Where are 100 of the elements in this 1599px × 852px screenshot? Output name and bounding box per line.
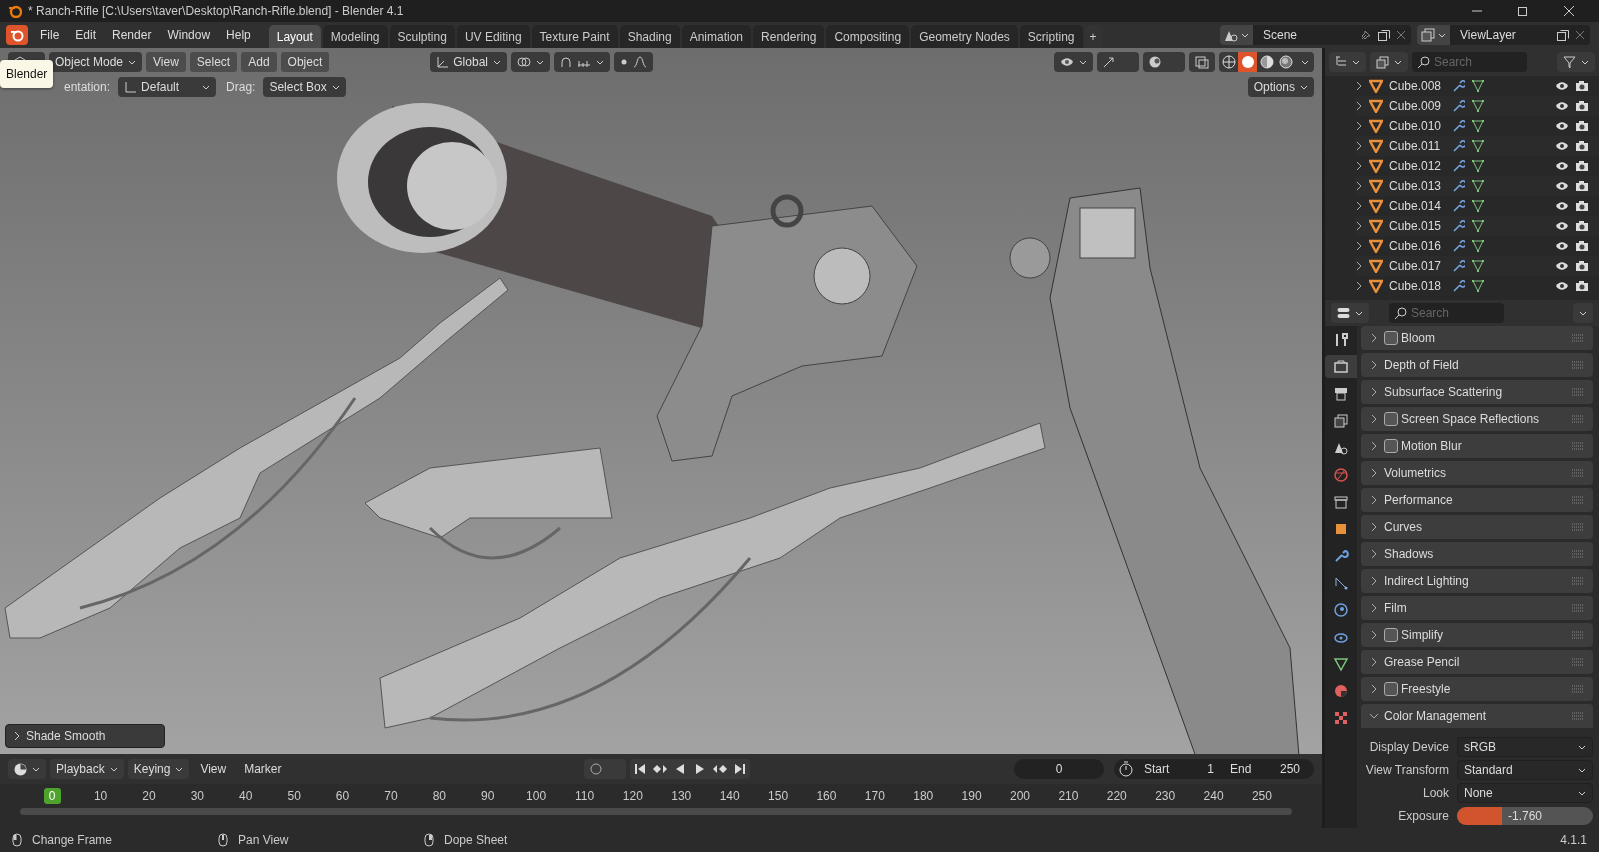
object-name[interactable]: Cube.018 bbox=[1389, 279, 1445, 293]
camera-icon[interactable] bbox=[1575, 120, 1589, 132]
object-name[interactable]: Cube.012 bbox=[1389, 159, 1445, 173]
panel-header[interactable]: Freestyle bbox=[1361, 677, 1593, 701]
drag-handle-icon[interactable] bbox=[1571, 577, 1585, 585]
mesh-data-icon[interactable] bbox=[1471, 239, 1485, 253]
eye-icon[interactable] bbox=[1555, 180, 1569, 192]
viewport-menu[interactable]: Select bbox=[189, 52, 238, 72]
wrench-icon[interactable] bbox=[1451, 259, 1465, 273]
dropdown-field[interactable]: None bbox=[1457, 783, 1593, 803]
view-layer-filter-button[interactable] bbox=[1370, 52, 1408, 72]
visibility-button[interactable] bbox=[1054, 52, 1093, 72]
camera-icon[interactable] bbox=[1575, 100, 1589, 112]
menu-item[interactable]: Help bbox=[218, 28, 259, 48]
display-mode-button[interactable] bbox=[1329, 52, 1366, 72]
wrench-icon[interactable] bbox=[1451, 279, 1465, 293]
current-frame-field[interactable]: 0 bbox=[1014, 759, 1104, 779]
panel-header[interactable]: Simplify bbox=[1361, 623, 1593, 647]
panel-header[interactable]: Volumetrics bbox=[1361, 461, 1593, 485]
eye-icon[interactable] bbox=[1555, 280, 1569, 292]
workspace-tab[interactable]: Animation bbox=[681, 25, 752, 48]
camera-icon[interactable] bbox=[1575, 260, 1589, 272]
workspace-tab[interactable]: Layout bbox=[268, 25, 321, 48]
mesh-data-icon[interactable] bbox=[1471, 259, 1485, 273]
object-name[interactable]: Cube.017 bbox=[1389, 259, 1445, 273]
drag-handle-icon[interactable] bbox=[1571, 415, 1585, 423]
overlay-button[interactable] bbox=[1143, 52, 1185, 72]
workspace-tab[interactable]: Texture Paint bbox=[531, 25, 618, 48]
eye-icon[interactable] bbox=[1555, 120, 1569, 132]
mesh-data-icon[interactable] bbox=[1471, 79, 1485, 93]
panel-header[interactable]: Subsurface Scattering bbox=[1361, 380, 1593, 404]
drag-handle-icon[interactable] bbox=[1571, 469, 1585, 477]
blender-menu-button[interactable] bbox=[6, 25, 28, 45]
proportional-editing-button[interactable] bbox=[613, 52, 653, 72]
rendered-shading-button[interactable] bbox=[1276, 52, 1295, 72]
object-name[interactable]: Cube.008 bbox=[1389, 79, 1445, 93]
drag-handle-icon[interactable] bbox=[1571, 712, 1585, 720]
start-frame-field[interactable]: Start 1 bbox=[1138, 762, 1220, 776]
transform-orientation-dropdown[interactable]: Global bbox=[430, 52, 507, 72]
wrench-icon[interactable] bbox=[1451, 159, 1465, 173]
wrench-icon[interactable] bbox=[1451, 99, 1465, 113]
dropdown-field[interactable]: Standard bbox=[1457, 760, 1593, 780]
panel-header[interactable]: Curves bbox=[1361, 515, 1593, 539]
end-frame-field[interactable]: End 250 bbox=[1224, 762, 1306, 776]
eye-icon[interactable] bbox=[1555, 100, 1569, 112]
camera-icon[interactable] bbox=[1575, 200, 1589, 212]
wrench-icon[interactable] bbox=[1451, 79, 1465, 93]
dropdown-field[interactable]: sRGB bbox=[1457, 737, 1593, 757]
auto-keying-button[interactable] bbox=[584, 759, 626, 779]
timeline-menu[interactable]: View bbox=[193, 759, 234, 779]
menu-item[interactable]: File bbox=[32, 28, 68, 48]
timeline-menu[interactable]: Marker bbox=[237, 759, 289, 779]
drag-handle-icon[interactable] bbox=[1571, 550, 1585, 558]
panel-checkbox[interactable] bbox=[1384, 412, 1398, 426]
mesh-data-icon[interactable] bbox=[1471, 179, 1485, 193]
gizmo-button[interactable] bbox=[1097, 52, 1139, 72]
menu-item[interactable]: Window bbox=[159, 28, 219, 48]
scene-browse-button[interactable] bbox=[1220, 25, 1253, 45]
eye-icon[interactable] bbox=[1555, 200, 1569, 212]
panel-header[interactable]: Screen Space Reflections bbox=[1361, 407, 1593, 431]
timeline-scrollbar[interactable] bbox=[20, 808, 1292, 815]
panel-checkbox[interactable] bbox=[1384, 331, 1398, 345]
camera-icon[interactable] bbox=[1575, 140, 1589, 152]
panel-header[interactable]: Color Management bbox=[1361, 704, 1593, 728]
solid-shading-button[interactable] bbox=[1238, 52, 1257, 72]
timeline-menu-dropdown[interactable]: Playback bbox=[50, 759, 124, 779]
object-name[interactable]: Cube.016 bbox=[1389, 239, 1445, 253]
eye-icon[interactable] bbox=[1555, 260, 1569, 272]
xray-button[interactable] bbox=[1189, 52, 1215, 72]
panel-header[interactable]: Motion Blur bbox=[1361, 434, 1593, 458]
eye-icon[interactable] bbox=[1555, 220, 1569, 232]
panel-checkbox[interactable] bbox=[1384, 628, 1398, 642]
drag-handle-icon[interactable] bbox=[1571, 685, 1585, 693]
menu-item[interactable]: Render bbox=[104, 28, 160, 48]
search-field[interactable]: Search bbox=[1389, 303, 1504, 323]
eye-icon[interactable] bbox=[1555, 160, 1569, 172]
object-name[interactable]: Cube.009 bbox=[1389, 99, 1445, 113]
mesh-data-icon[interactable] bbox=[1471, 119, 1485, 133]
copy-icon[interactable] bbox=[1556, 28, 1570, 42]
workspace-tab[interactable]: Scripting bbox=[1019, 25, 1083, 48]
wrench-icon[interactable] bbox=[1451, 179, 1465, 193]
eye-icon[interactable] bbox=[1555, 240, 1569, 252]
drag-handle-icon[interactable] bbox=[1571, 604, 1585, 612]
viewport-menu[interactable]: View bbox=[146, 52, 186, 72]
material-shading-button[interactable] bbox=[1257, 52, 1276, 72]
snapping-button[interactable] bbox=[553, 52, 610, 72]
workspace-tab[interactable]: Compositing bbox=[826, 25, 910, 48]
object-name[interactable]: Cube.010 bbox=[1389, 119, 1445, 133]
object-name[interactable]: Cube.014 bbox=[1389, 199, 1445, 213]
panel-header[interactable]: Bloom bbox=[1361, 326, 1593, 350]
workspace-tab[interactable]: Rendering bbox=[753, 25, 825, 48]
options-dropdown[interactable]: Options bbox=[1247, 77, 1314, 97]
object-name[interactable]: Cube.011 bbox=[1389, 139, 1445, 153]
drag-handle-icon[interactable] bbox=[1571, 361, 1585, 369]
orientation-dropdown[interactable]: Default bbox=[118, 77, 217, 97]
workspace-tab[interactable]: Shading bbox=[619, 25, 680, 48]
workspace-tab[interactable]: UV Editing bbox=[456, 25, 530, 48]
workspace-tab[interactable]: Modeling bbox=[322, 25, 388, 48]
mode-dropdown[interactable]: Object Mode bbox=[49, 52, 143, 72]
drag-handle-icon[interactable] bbox=[1571, 658, 1585, 666]
